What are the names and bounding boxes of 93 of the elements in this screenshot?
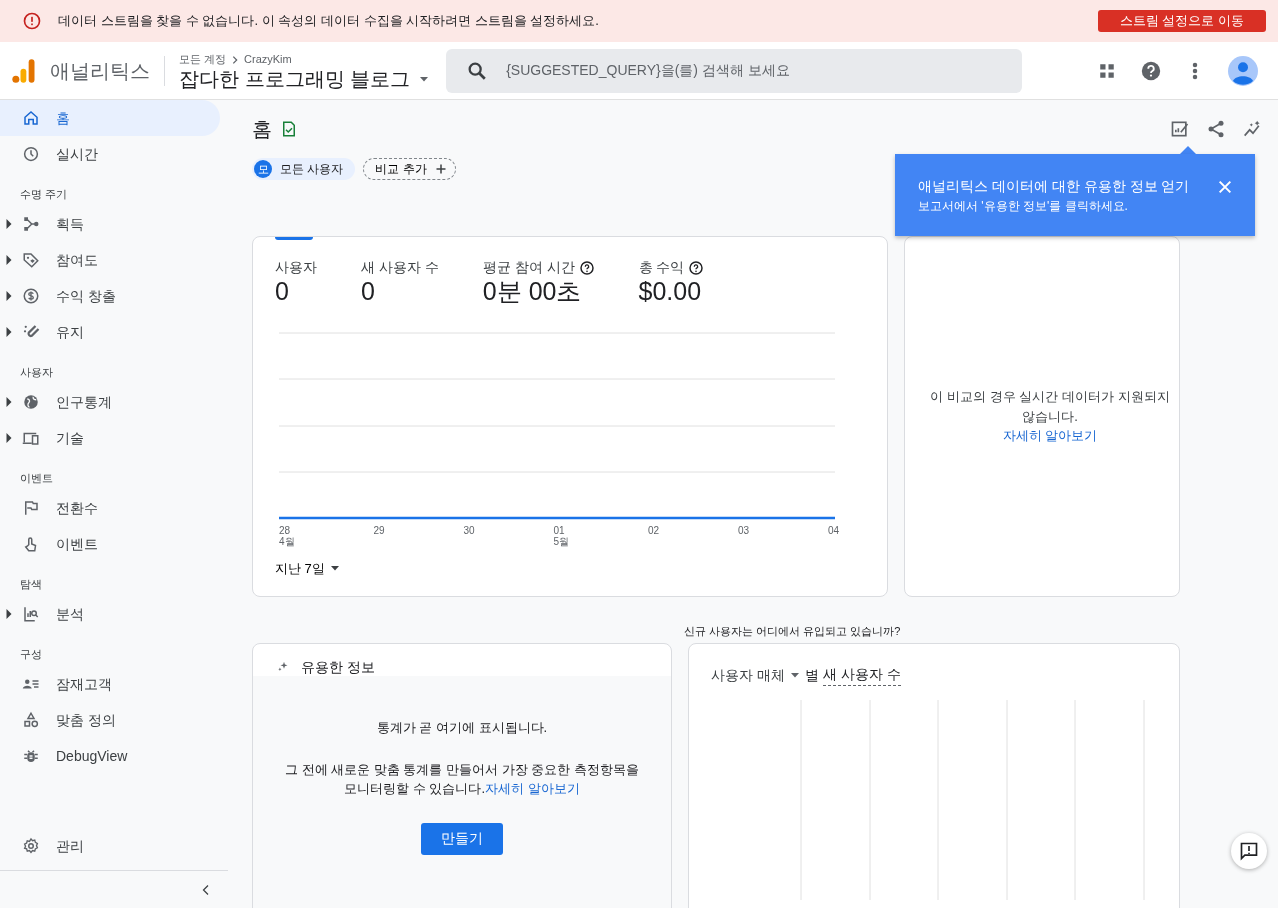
metric-value: $0.00 xyxy=(638,278,703,306)
globe-icon xyxy=(22,393,40,411)
metric-selector[interactable]: 새 사용자 수 xyxy=(822,664,901,686)
nav-item[interactable]: 이벤트 xyxy=(0,526,220,562)
help-icon[interactable] xyxy=(1140,59,1162,82)
dimension-dropdown[interactable]: 사용자 매체 xyxy=(711,664,801,686)
help-icon[interactable] xyxy=(688,259,705,276)
section-label: 탐색 xyxy=(19,577,43,592)
stream-settings-button[interactable]: 스트림 설정으로 이동 xyxy=(1098,10,1266,32)
nav-item[interactable]: DebugView xyxy=(0,738,220,774)
share-icon[interactable] xyxy=(1206,119,1226,139)
admin-item[interactable]: 관리 xyxy=(0,828,220,864)
empty-state-heading: 통계가 곧 여기에 표시됩니다. xyxy=(376,719,548,737)
report-search-icon xyxy=(22,605,40,623)
axis-label: 01 xyxy=(553,524,566,536)
axis-label: 02 xyxy=(647,524,659,536)
check-document-icon xyxy=(280,120,298,138)
nav-item[interactable]: 전환수 xyxy=(0,490,220,526)
alert-message: 데이터 스트림을 찾을 수 없습니다. 이 속성의 데이터 수집을 시작하려면 스트림을 설정하세요. xyxy=(58,12,600,31)
empty-state-text: 그 전에 새로운 맞춤 통계를 만들어서 가장 중요한 측정항목을 모니터링할 수 있습니다.자세히 알아보기 xyxy=(284,760,640,798)
expand-arrow-icon xyxy=(6,397,12,407)
flag-icon xyxy=(22,499,40,517)
metric-label: 평균 참여 시간 xyxy=(482,258,575,277)
page-title: 홈 xyxy=(252,117,272,142)
nav-item[interactable]: 획득 xyxy=(0,206,220,242)
nav-item[interactable]: 유지 xyxy=(0,314,220,350)
metric-label: 새 사용자 수 xyxy=(361,258,439,277)
axis-label: 29 xyxy=(373,524,385,536)
segment-chip[interactable]: 모 모든 사용자 xyxy=(252,158,356,180)
property-selector[interactable]: 잡다한 프로그래밍 블로그 xyxy=(179,67,431,90)
avatar-icon[interactable] xyxy=(1228,55,1258,86)
expand-arrow-icon xyxy=(6,255,12,265)
breadcrumb-link[interactable]: 모든 계정 xyxy=(179,51,227,68)
section-label: 사용자 xyxy=(19,365,54,380)
analytics-logo-icon xyxy=(10,56,38,85)
axis-label: 28 xyxy=(279,524,292,536)
dollar-icon xyxy=(22,287,40,305)
tip-text: 보고서에서 '유용한 정보'를 클릭하세요. xyxy=(918,198,1129,215)
label-text: 별 xyxy=(804,665,819,685)
date-range-dropdown[interactable]: 지난 7일 xyxy=(275,558,341,578)
settings-icon xyxy=(22,837,40,855)
metric-value: 0 xyxy=(361,278,376,306)
clock-icon xyxy=(22,145,40,163)
axis-label: 30 xyxy=(463,524,475,536)
expand-arrow-icon xyxy=(6,433,12,443)
create-button[interactable]: 만들기 xyxy=(421,822,503,855)
learn-more-link[interactable]: 자세히 알아보기 xyxy=(485,781,580,796)
axis-label: 4월 xyxy=(279,535,295,547)
tag-icon xyxy=(22,251,40,269)
axis-label: 03 xyxy=(737,524,749,536)
section-label: 수명 주기 xyxy=(19,187,69,202)
bug-icon xyxy=(22,747,40,765)
error-icon xyxy=(22,11,42,31)
section-label: 구성 xyxy=(19,647,43,662)
help-icon[interactable] xyxy=(578,259,595,276)
nav-item[interactable]: 잠재고객 xyxy=(0,666,220,702)
close-icon[interactable] xyxy=(1217,179,1234,195)
axis-label: 5월 xyxy=(553,535,569,547)
metric-value: 0분 00초 xyxy=(482,278,583,306)
axis-label: 04 xyxy=(827,524,839,536)
card-title: 유용한 정보 xyxy=(301,657,375,676)
apps-grid-icon[interactable] xyxy=(1098,61,1116,80)
section-label: 이벤트 xyxy=(19,471,54,486)
edit-report-icon[interactable] xyxy=(1170,119,1190,139)
branch-icon xyxy=(22,215,40,233)
nav-item[interactable]: 실시간 xyxy=(0,136,220,172)
metric-value: 0 xyxy=(275,278,290,306)
nav-item[interactable]: 홈 xyxy=(0,100,220,136)
nav-item[interactable]: 참여도 xyxy=(0,242,220,278)
feedback-button[interactable] xyxy=(1231,833,1267,869)
nav-item[interactable]: 분석 xyxy=(0,596,220,632)
expand-arrow-icon xyxy=(6,609,12,619)
plus-icon xyxy=(434,163,447,175)
breadcrumb-link[interactable]: CrazyKim xyxy=(244,51,292,68)
nav-item[interactable]: 수익 창출 xyxy=(0,278,220,314)
search-input[interactable]: {SUGGESTED_QUERY}을(를) 검색해 보세요 xyxy=(504,59,985,82)
expand-arrow-icon xyxy=(6,219,12,229)
nav-item[interactable]: 기술 xyxy=(0,420,220,456)
search-bar[interactable]: {SUGGESTED_QUERY}을(를) 검색해 보세요 xyxy=(446,48,1023,93)
section-question: 신규 사용자는 어디에서 유입되고 있습니까? xyxy=(684,624,902,639)
metric-label: 총 수익 xyxy=(638,258,685,277)
learn-more-link[interactable]: 자세히 알아보기 xyxy=(1002,426,1098,446)
nav-item[interactable]: 맞춤 정의 xyxy=(0,702,220,738)
expand-arrow-icon xyxy=(6,291,12,301)
home-icon xyxy=(22,109,40,127)
shapes-icon xyxy=(22,711,40,729)
product-name: 애널리틱스 xyxy=(50,55,165,86)
expand-arrow-icon xyxy=(6,327,12,337)
nav-item[interactable]: 인구통계 xyxy=(0,384,220,420)
realtime-message: 이 비교의 경우 실시간 데이터가 지원되지 않습니다. xyxy=(929,388,1171,426)
tip-title: 애널리틱스 데이터에 대한 유용한 정보 얻기 xyxy=(918,177,1190,196)
feedback-icon xyxy=(1239,841,1259,861)
metric-label: 사용자 xyxy=(275,258,317,277)
